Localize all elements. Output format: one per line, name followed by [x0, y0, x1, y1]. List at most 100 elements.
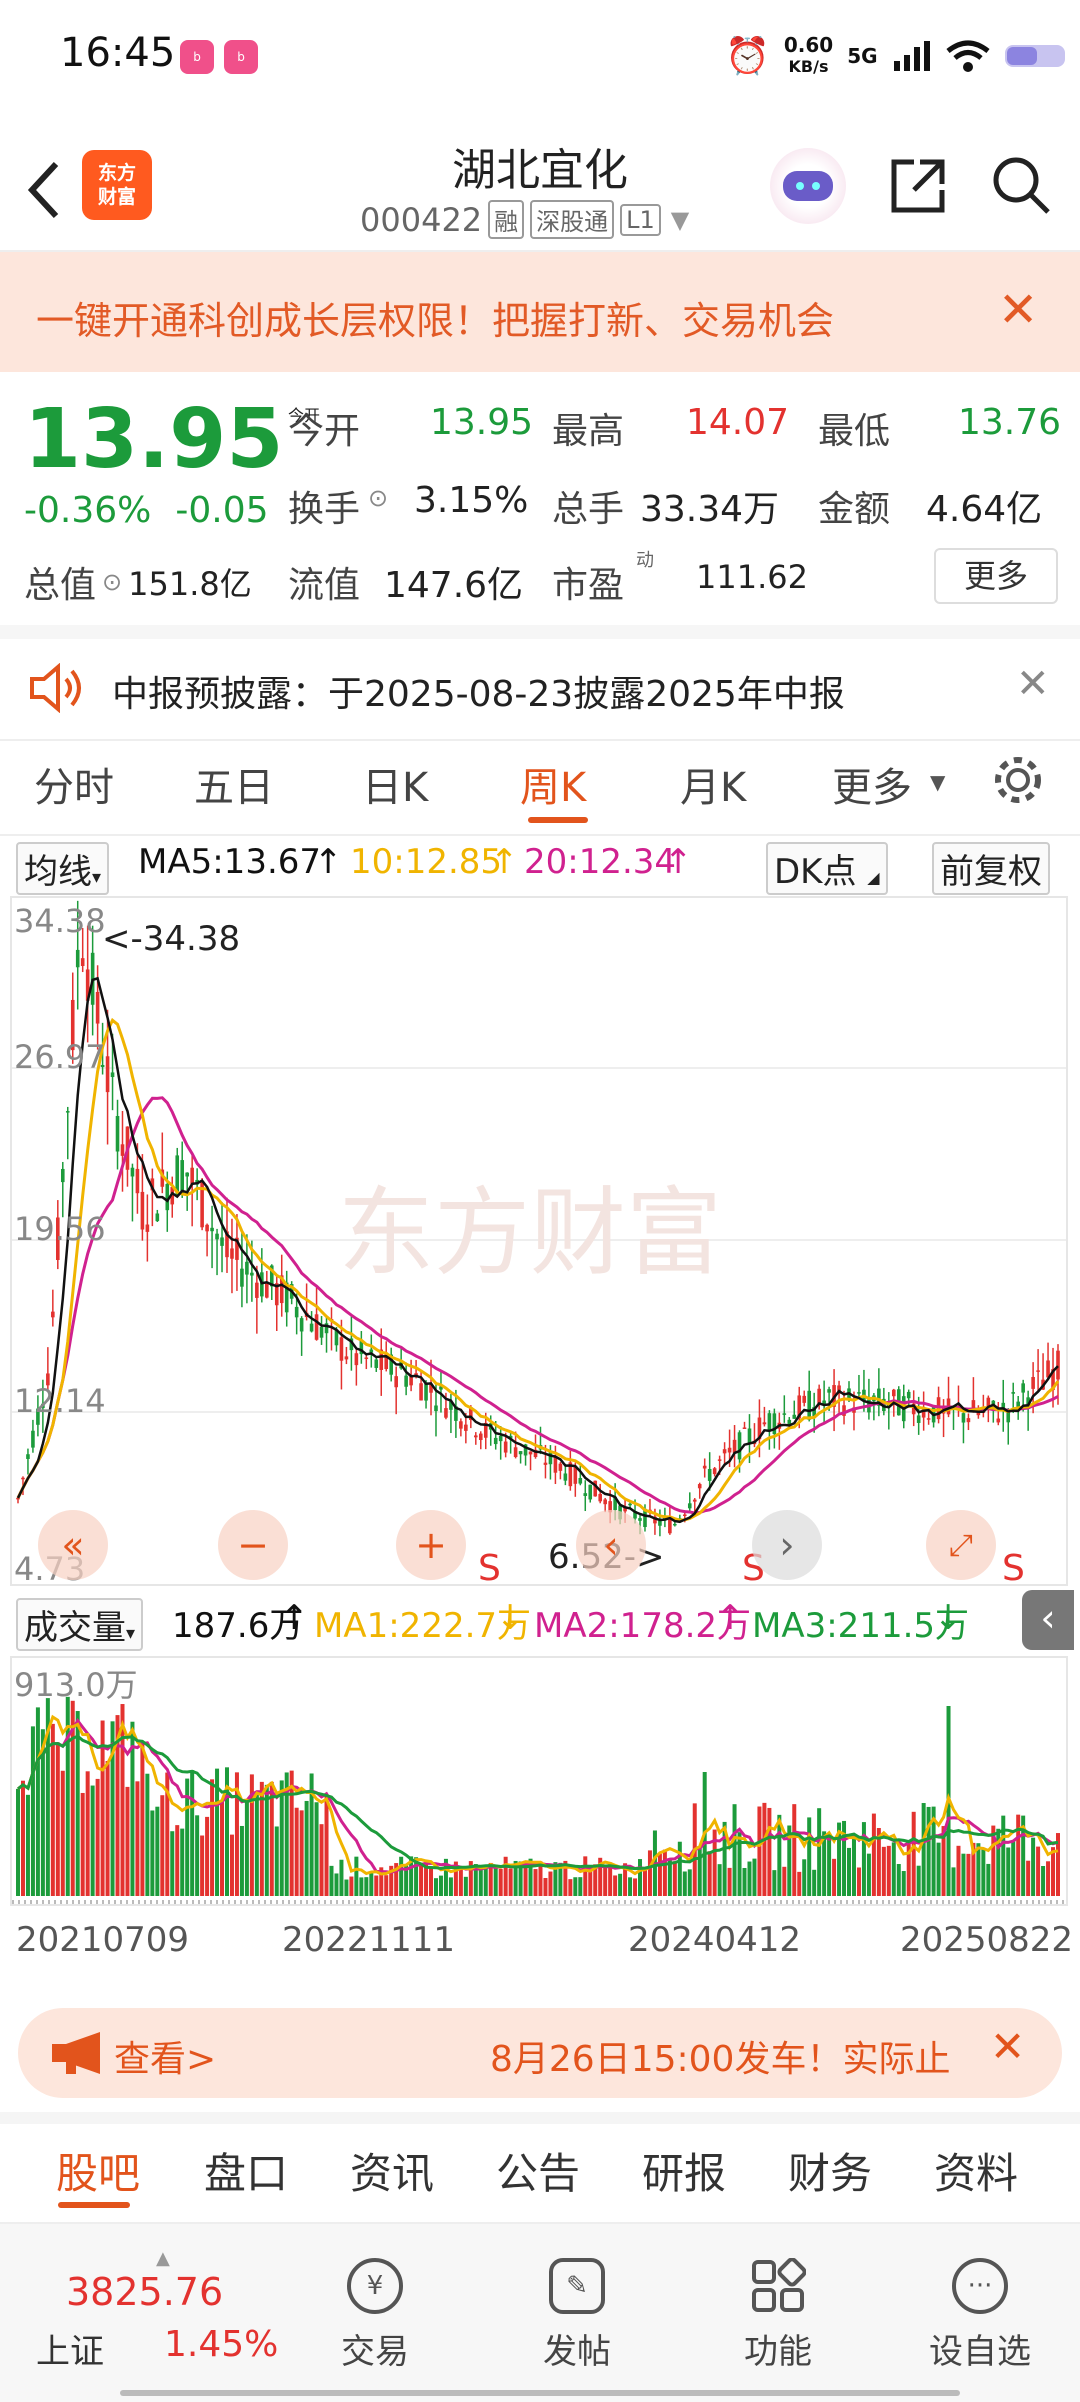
active-tab-indicator — [528, 817, 588, 823]
promo-view-link[interactable]: 查看> — [114, 2030, 216, 2082]
date-label: 20240412 — [628, 1920, 802, 1960]
volume-label: 总手 — [552, 489, 625, 530]
ai-assistant-icon[interactable] — [770, 148, 846, 224]
pe-value: 111.62 — [696, 558, 808, 596]
status-app-icons: b b — [180, 40, 258, 74]
ma10-label: 10:12.85 — [350, 842, 503, 882]
net-speed: 0.60 — [783, 33, 834, 57]
turnover-label: 换手 — [288, 489, 361, 530]
stock-code-row[interactable]: 000422 融 深股通 L1 ▼ — [360, 200, 689, 239]
volume-axis-max: 913.0万 — [14, 1666, 138, 1704]
nav-functions[interactable]: 功能 — [718, 2258, 838, 2373]
nav-add-watchlist[interactable]: ··· 设自选 — [920, 2258, 1040, 2373]
close-icon[interactable]: ✕ — [990, 2022, 1025, 2071]
tab-monthly-k[interactable]: 月K — [680, 755, 746, 813]
close-icon[interactable]: ✕ — [1016, 661, 1050, 707]
search-icon[interactable] — [990, 154, 1054, 218]
mktcap-label: 总值 — [24, 565, 97, 606]
volume-chart[interactable]: 913.0万 — [10, 1656, 1068, 1906]
speaker-icon — [30, 663, 81, 713]
indicator-select[interactable]: 均线▾ — [16, 842, 110, 895]
promo-banner-text: 一键开通科创成长层权限！把握打新、交易机会 — [36, 299, 835, 343]
bilibili-icon: b — [180, 40, 214, 74]
turnover-value: 3.15% — [414, 480, 529, 521]
kline-chart[interactable]: 东方财富 34.38 26.97 19.56 12.14 4.73 <-34.3… — [10, 896, 1068, 1586]
arrow-up-icon: ↑ — [716, 1598, 745, 1638]
dk-label: DK点 — [774, 852, 857, 892]
tab-five-day[interactable]: 五日 — [194, 755, 274, 813]
arrow-down-icon: ↓ — [496, 1598, 525, 1638]
nav-functions-label: 功能 — [744, 2332, 812, 2372]
index-name: 上证 — [36, 2332, 104, 2372]
tag-level: L1 — [620, 203, 661, 236]
ma20-label: 20:12.34 — [524, 842, 677, 882]
gear-icon[interactable] — [990, 752, 1046, 808]
tab-news[interactable]: 资讯 — [350, 2140, 434, 2201]
tab-daily-k[interactable]: 日K — [362, 755, 428, 813]
max-price-note: <-34.38 — [102, 919, 240, 959]
net-speed-unit: KB/s — [788, 57, 829, 76]
arrow-down-icon: ↓ — [934, 1598, 963, 1638]
nav-post-label: 发帖 — [543, 2332, 611, 2372]
tag-connect: 深股通 — [530, 200, 615, 239]
promo-banner[interactable]: 一键开通科创成长层权限！把握打新、交易机会 ✕ — [0, 252, 1080, 372]
ma5-label: MA5:13.67 — [138, 842, 322, 882]
network-type: 5G — [847, 44, 878, 68]
notice-bar[interactable]: 中报预披露：于2025-08-23披露2025年中报 ✕ — [0, 625, 1080, 741]
tab-research[interactable]: 研报 — [642, 2140, 726, 2201]
promo-text: 8月26日15:00发车！实际止 — [490, 2039, 951, 2080]
open-label-text: 今开 — [288, 411, 361, 452]
gesture-bar — [120, 2390, 960, 2396]
tab-intraday[interactable]: 分时 — [34, 755, 114, 813]
high-value: 14.07 — [686, 402, 790, 443]
volume-indicator-select[interactable]: 成交量▾ — [16, 1598, 144, 1651]
tab-more[interactable]: 更多 — [832, 755, 912, 813]
collapse-panel-button[interactable]: ‹ — [1022, 1590, 1074, 1650]
mktcap-cell[interactable]: 总值 ⊙ 151.8亿 — [24, 556, 252, 608]
promo-pill[interactable]: 查看> 8月26日15:00发车！实际止 ✕ — [18, 2008, 1062, 2098]
nav-add-watchlist-label: 设自选 — [929, 2332, 1031, 2372]
chevron-down-icon: ▼ — [930, 770, 946, 794]
date-label: 20221111 — [282, 1920, 456, 1960]
price-change-row: -0.36% -0.05 — [24, 490, 269, 531]
share-icon[interactable] — [886, 154, 950, 218]
tab-profile[interactable]: 资料 — [934, 2140, 1018, 2201]
date-label: 20210709 — [16, 1920, 190, 1960]
adjust-button[interactable]: 前复权 — [932, 842, 1050, 895]
tab-finance[interactable]: 财务 — [788, 2140, 872, 2201]
axis-label-4: 12.14 — [14, 1382, 106, 1420]
dk-point-button[interactable]: DK点 ◢ — [766, 842, 888, 895]
close-icon[interactable]: ✕ — [998, 282, 1038, 338]
prev-button[interactable]: ‹ — [576, 1510, 646, 1580]
index-ticker[interactable]: ▲ 3825.76 上证 1.45% — [20, 2248, 280, 2378]
change-value: -0.05 — [175, 490, 269, 531]
arrow-up-icon: ↑ — [314, 842, 343, 882]
zoom-out-button[interactable]: − — [218, 1510, 288, 1580]
tab-announcements[interactable]: 公告 — [496, 2140, 580, 2201]
pe-label: 市盈 — [552, 565, 625, 606]
nav-post[interactable]: ✎ 发帖 — [517, 2258, 637, 2373]
current-price: 13.95 — [24, 392, 284, 487]
zoom-in-button[interactable]: + — [396, 1510, 466, 1580]
tab-weekly-k[interactable]: 周K — [520, 755, 586, 813]
pan-left-button[interactable]: « — [38, 1510, 108, 1580]
chevron-down-icon: ▼ — [670, 205, 690, 234]
change-percent: -0.36% — [24, 490, 152, 531]
indicator-label: 均线 — [24, 852, 92, 892]
info-icon: ⊙ — [102, 568, 123, 596]
tab-order-book[interactable]: 盘口 — [204, 2140, 288, 2201]
trade-icon: ¥ — [347, 2258, 403, 2314]
tag-margin: 融 — [488, 200, 525, 239]
edit-icon: ✎ — [549, 2258, 605, 2314]
nav-trade[interactable]: ¥ 交易 — [315, 2258, 435, 2373]
status-bar: 16:45 b b ⏰ 0.60 KB/s 5G — [0, 0, 1080, 110]
next-button[interactable]: › — [752, 1510, 822, 1580]
active-tab-indicator — [58, 2202, 130, 2208]
float-value: 147.6亿 — [384, 565, 524, 606]
more-quote-button[interactable]: 更多 — [934, 548, 1058, 604]
status-indicators: ⏰ 0.60 KB/s 5G — [725, 34, 1070, 78]
fullscreen-icon[interactable]: ⤢ — [926, 1510, 996, 1580]
axis-label-3: 19.56 — [14, 1210, 106, 1248]
tab-forum[interactable]: 股吧 — [56, 2140, 140, 2201]
info-icon: ⊙ — [368, 484, 389, 512]
